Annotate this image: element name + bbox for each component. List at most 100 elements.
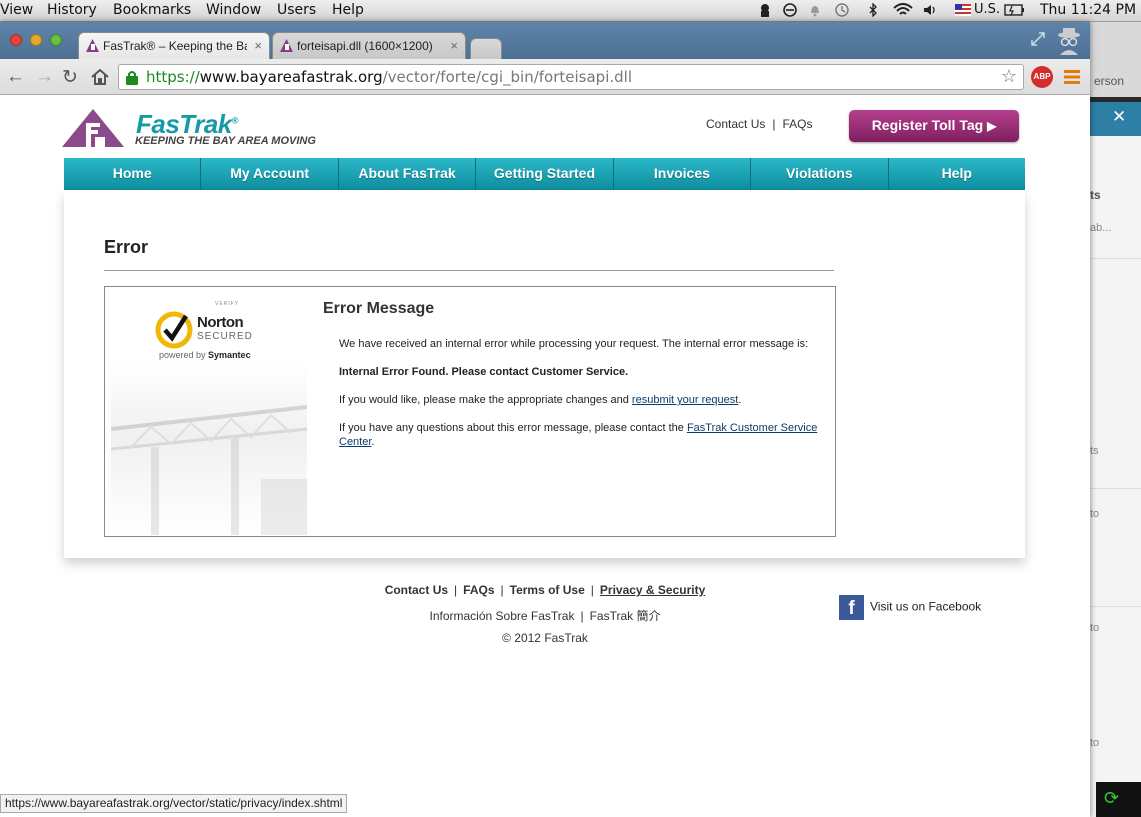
background-app-panel [1090, 136, 1141, 817]
fastrak-logo-icon[interactable] [62, 109, 124, 147]
footer-separator: | [580, 609, 584, 623]
nav-violations[interactable]: Violations [751, 158, 889, 190]
adblock-icon[interactable]: ABP [1031, 66, 1053, 88]
footer-terms-link[interactable]: Terms of Use [510, 583, 585, 597]
spy-icon[interactable] [758, 3, 772, 17]
norton-powered-by: powered by Symantec [159, 350, 251, 360]
lock-icon [126, 71, 138, 85]
bell-icon[interactable] [808, 3, 822, 17]
menu-icon[interactable] [1064, 69, 1080, 85]
tab-close-icon[interactable]: × [450, 38, 458, 53]
menu-view[interactable]: View [0, 2, 33, 18]
url-scheme: https:// [146, 68, 200, 86]
minimize-window-button[interactable] [30, 34, 42, 46]
background-divider [1090, 258, 1141, 259]
refresh-icon[interactable]: ⟳ [1104, 788, 1119, 809]
forward-icon[interactable]: → [35, 66, 54, 88]
menu-bookmarks[interactable]: Bookmarks [113, 2, 191, 18]
footer-privacy-link[interactable]: Privacy & Security [600, 583, 705, 597]
address-bar[interactable]: https://www.bayareafastrak.org/vector/fo… [118, 64, 1024, 90]
top-links: Contact Us | FAQs [706, 117, 813, 131]
background-text-6: to [1090, 622, 1100, 634]
nav-about-fastrak[interactable]: About FasTrak [339, 158, 477, 190]
bluetooth-icon[interactable] [866, 3, 880, 17]
tab-title: forteisapi.dll (1600×1200) [297, 39, 433, 53]
nav-getting-started[interactable]: Getting Started [476, 158, 614, 190]
heading-divider [104, 270, 834, 271]
line4-text: If you have any questions about this err… [339, 422, 687, 434]
new-tab-button[interactable] [470, 38, 502, 59]
tab-forteisapi[interactable]: forteisapi.dll (1600×1200) × [272, 32, 466, 59]
footer-separator: | [590, 583, 594, 597]
tab-strip: FasTrak® – Keeping the Ba × forteisapi.d… [0, 22, 1090, 59]
line4-end: . [371, 436, 375, 448]
footer-separator: | [500, 583, 504, 597]
nav-my-account[interactable]: My Account [201, 158, 339, 190]
url-host: www.bayareafastrak.org [199, 68, 383, 86]
faqs-link[interactable]: FAQs [782, 117, 812, 131]
spanish-info-link[interactable]: Información Sobre FasTrak [430, 609, 575, 623]
register-toll-tag-button[interactable]: Register Toll Tag ▶ [849, 110, 1019, 142]
nav-home[interactable]: Home [64, 158, 202, 190]
page-title: Error [104, 237, 149, 257]
browser-window: FasTrak® – Keeping the Ba × forteisapi.d… [0, 22, 1090, 817]
menu-help[interactable]: Help [332, 2, 364, 18]
norton-panel: VERIFY Norton SECURED powered by Symante… [111, 289, 307, 535]
copyright: © 2012 FasTrak [502, 631, 588, 645]
background-text-7: to [1090, 737, 1100, 749]
battery-icon[interactable] [1004, 3, 1026, 17]
background-app-footer: ⟳ [1096, 782, 1141, 817]
nav-invoices[interactable]: Invoices [614, 158, 752, 190]
close-window-button[interactable] [10, 34, 22, 46]
incognito-icon [1058, 28, 1080, 55]
logo-tagline: KEEPING THE BAY AREA MOVING [135, 135, 316, 147]
norton-checkmark-icon [155, 311, 193, 349]
error-line-1: We have received an internal error while… [339, 338, 809, 350]
chinese-info-link[interactable]: FasTrak 簡介 [590, 609, 661, 623]
time-machine-icon[interactable] [835, 3, 849, 17]
menubar-clock[interactable]: Thu 11:24 PM [1040, 2, 1136, 18]
fullscreen-icon[interactable] [1030, 31, 1046, 47]
menu-history[interactable]: History [47, 2, 97, 18]
tab-fastrak[interactable]: FasTrak® – Keeping the Ba × [78, 32, 270, 59]
us-flag-icon[interactable] [955, 3, 971, 17]
back-icon[interactable]: ← [6, 66, 25, 88]
footer-faqs-link[interactable]: FAQs [463, 583, 494, 597]
menu-users[interactable]: Users [277, 2, 316, 18]
facebook-link[interactable]: f Visit us on Facebook [839, 595, 981, 620]
symantec-label: Symantec [208, 350, 251, 360]
nav-help[interactable]: Help [889, 158, 1025, 190]
fastrak-favicon-icon [280, 39, 293, 52]
home-icon[interactable] [91, 69, 109, 85]
contact-us-link[interactable]: Contact Us [706, 117, 765, 131]
menu-bar: View History Bookmarks Window Users Help… [0, 0, 1141, 22]
wifi-icon[interactable] [893, 3, 913, 17]
tab-title: FasTrak® – Keeping the Ba [103, 39, 247, 53]
zoom-window-button[interactable] [50, 34, 62, 46]
footer-contact-us-link[interactable]: Contact Us [385, 583, 448, 597]
do-not-disturb-icon[interactable] [783, 3, 797, 17]
browser-toolbar: ← → ↻ https://www.bayareafastrak.org/vec… [0, 59, 1090, 95]
norton-verify: VERIFY [215, 301, 240, 307]
background-text-1: erson [1094, 74, 1125, 88]
reload-icon[interactable]: ↻ [62, 66, 78, 89]
error-line-2: Internal Error Found. Please contact Cus… [339, 366, 629, 378]
background-app-bar: ✕ [1090, 102, 1141, 136]
fastrak-favicon-icon [86, 39, 99, 52]
resubmit-request-link[interactable]: resubmit your request [632, 394, 738, 406]
menu-window[interactable]: Window [206, 2, 261, 18]
status-bar-url: https://www.bayareafastrak.org/vector/st… [0, 794, 348, 813]
error-line-4: If you have any questions about this err… [339, 421, 825, 449]
url-text: https://www.bayareafastrak.org/vector/fo… [146, 65, 632, 89]
close-icon[interactable]: ✕ [1112, 107, 1126, 127]
input-source-label[interactable]: U.S. [974, 2, 1000, 17]
background-text-4: ts [1090, 445, 1099, 457]
volume-icon[interactable] [923, 3, 937, 17]
bookmark-star-icon[interactable]: ☆ [1001, 65, 1017, 89]
line3-end: . [738, 394, 742, 406]
tab-close-icon[interactable]: × [254, 38, 262, 53]
registered-mark: ® [231, 115, 239, 126]
background-app-window: erson ✕ ts ab... ts to to to ⟳ [1090, 22, 1141, 817]
background-divider [1090, 488, 1141, 489]
background-divider [1090, 606, 1141, 607]
